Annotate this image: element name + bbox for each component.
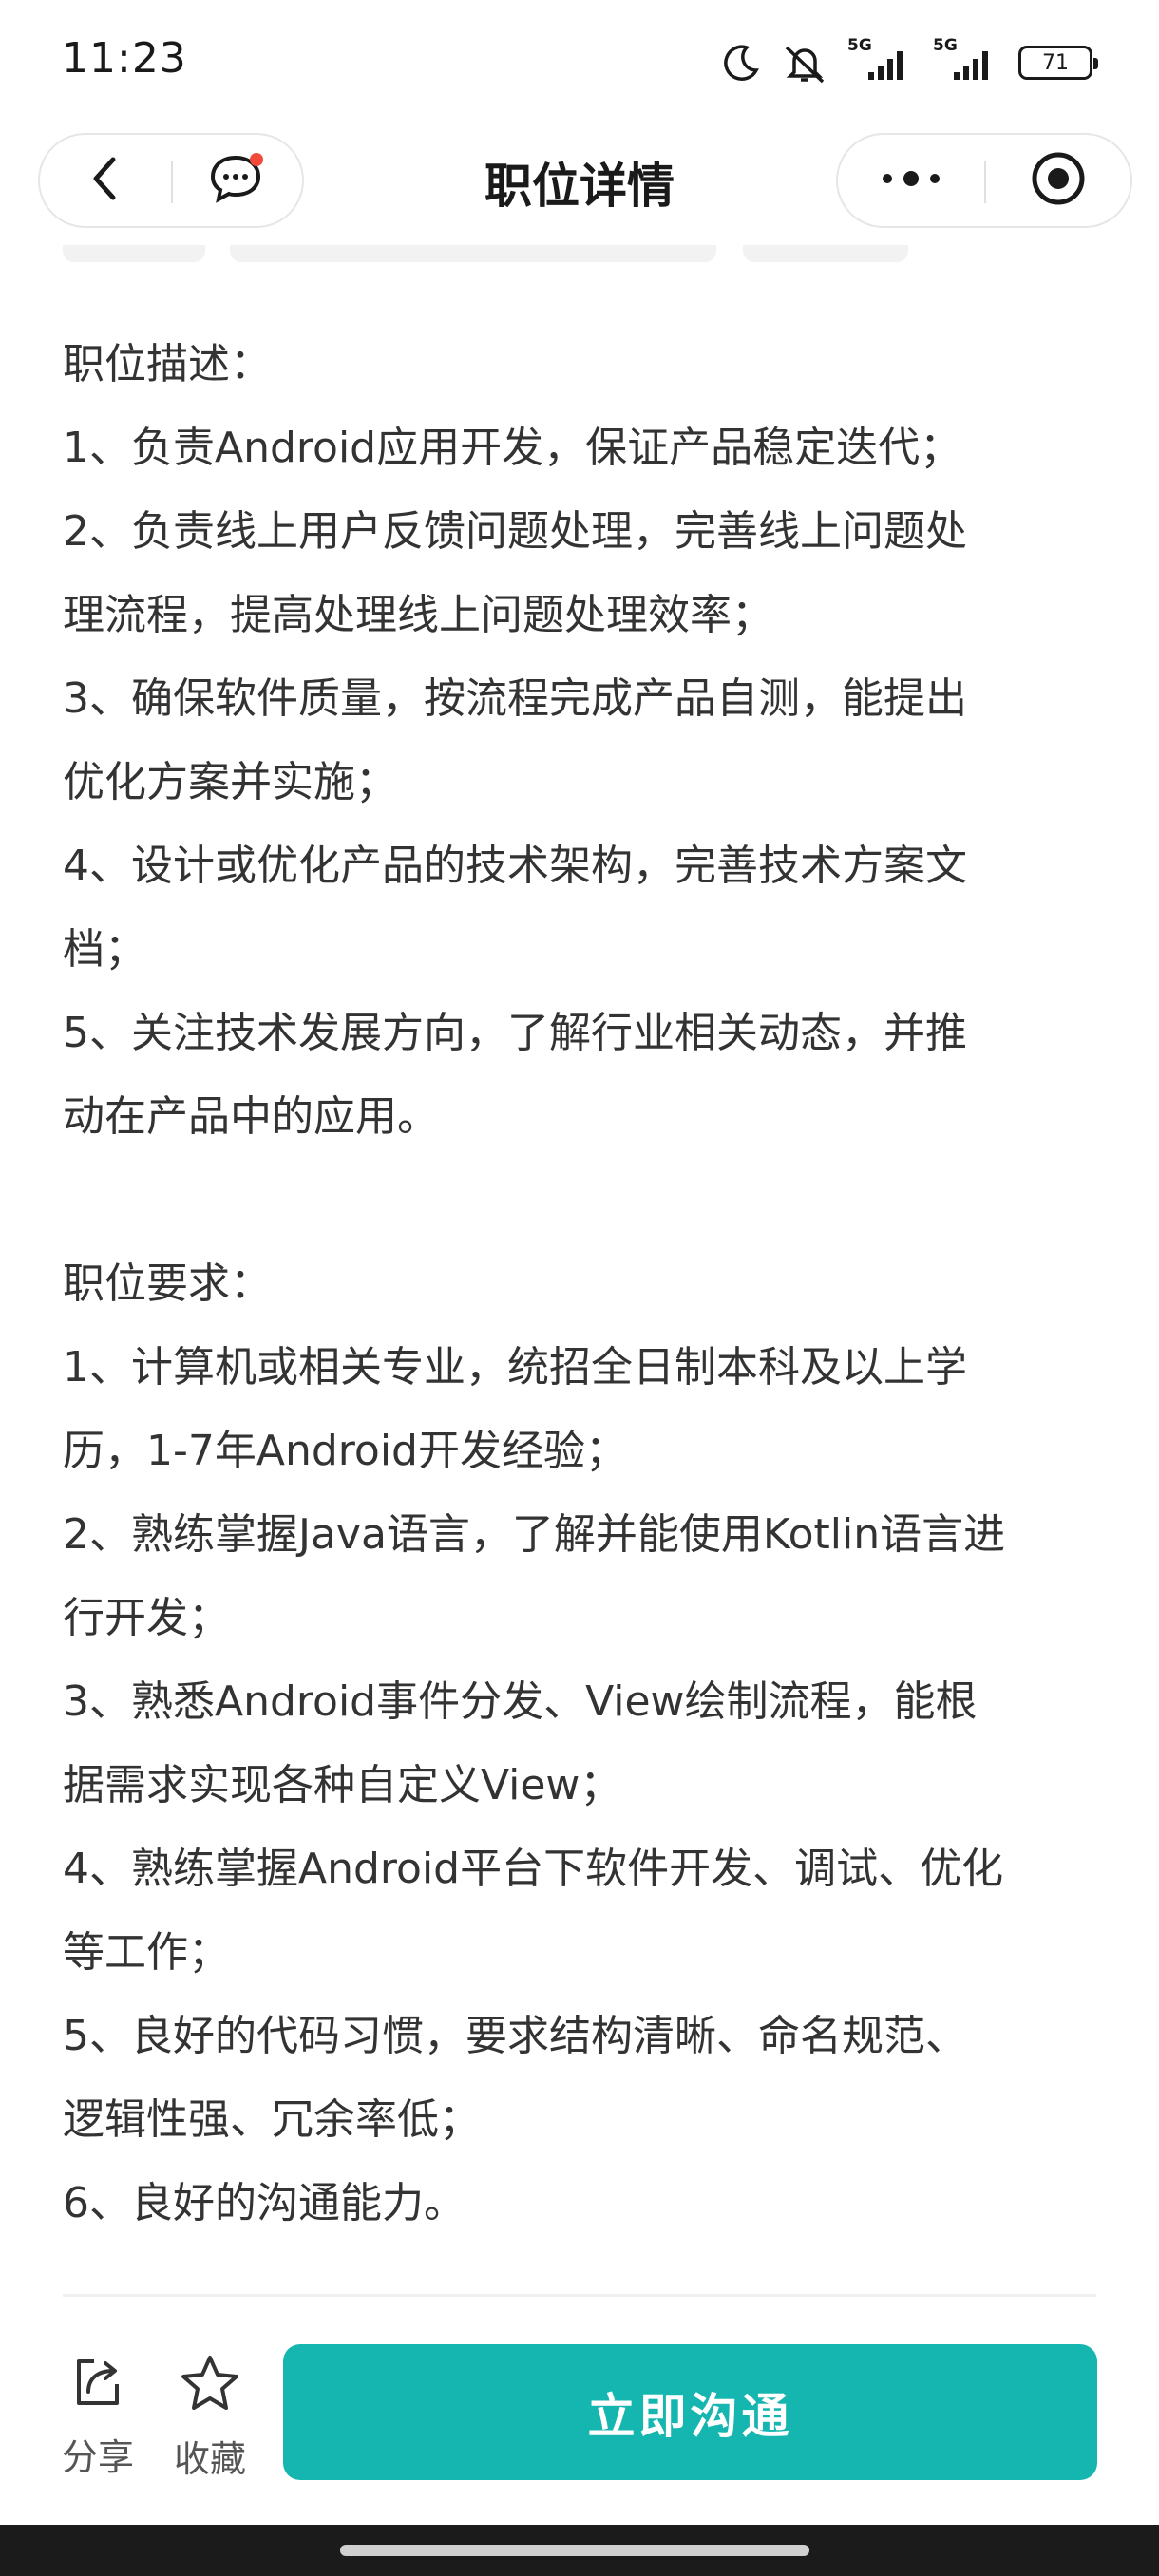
requirements-title: 职位要求： [63, 1260, 272, 1308]
description-line: 5、关注技术发展方向，了解行业相关动态，并推 [63, 1009, 967, 1057]
close-mini-program-button[interactable] [986, 135, 1130, 226]
description-line: 优化方案并实施； [63, 758, 397, 806]
requirement-line: 据需求实现各种自定义View； [63, 1761, 622, 1809]
signal-5g-icon: 5G [933, 36, 999, 84]
target-close-icon [1030, 150, 1087, 211]
requirement-line: 4、熟练掌握Android平台下软件开发、调试、优化 [63, 1845, 1004, 1893]
battery-level: 71 [1042, 50, 1069, 75]
mute-bell-icon [781, 42, 828, 84]
favorite-label: 收藏 [173, 2438, 246, 2480]
tag-placeholder [230, 245, 716, 262]
more-button[interactable] [838, 135, 984, 226]
moon-icon [720, 42, 762, 84]
requirement-line: 3、熟悉Android事件分发、View绘制流程，能根 [63, 1677, 978, 1726]
status-time: 11:23 [62, 34, 187, 83]
signal-5g-icon: 5G [847, 36, 914, 84]
tag-placeholder [63, 245, 205, 262]
share-button[interactable]: 分享 [46, 2354, 150, 2480]
requirement-line: 等工作； [63, 1928, 230, 1977]
tag-placeholder [743, 245, 908, 262]
network-label: 5G [933, 36, 958, 55]
favorite-button[interactable]: 收藏 [158, 2354, 262, 2482]
description-line: 4、设计或优化产品的技术架构，完善技术方案文 [63, 842, 967, 890]
status-bar: 11:23 5G 5G 71 [0, 0, 1159, 125]
more-dots-icon [878, 169, 944, 192]
description-line: 2、负责线上用户反馈问题处理，完善线上问题处 [63, 507, 967, 556]
requirement-line: 历，1-7年Android开发经验； [63, 1427, 627, 1475]
description-line: 理流程，提高处理线上问题处理效率； [63, 591, 773, 639]
requirement-line: 行开发； [63, 1594, 230, 1642]
description-line: 1、负责Android应用开发，保证产品稳定迭代； [63, 424, 962, 472]
bottom-action-bar: 分享 收藏 立即沟通 [0, 2297, 1159, 2525]
requirement-line: 6、良好的沟通能力。 [63, 2179, 466, 2227]
nav-capsule-right [836, 133, 1132, 228]
chat-now-button[interactable]: 立即沟通 [283, 2344, 1097, 2480]
home-indicator[interactable] [340, 2545, 809, 2556]
share-label: 分享 [61, 2436, 134, 2478]
requirement-line: 逻辑性强、冗余率低； [63, 2095, 481, 2144]
job-detail-content: 职位描述： 1、负责Android应用开发，保证产品稳定迭代； 2、负责线上用户… [63, 323, 1108, 2245]
system-nav-bar [0, 2525, 1159, 2576]
description-line: 动在产品中的应用。 [63, 1092, 439, 1141]
requirement-line: 2、熟练掌握Java语言，了解并能使用Kotlin语言进 [63, 1510, 1006, 1559]
share-icon [69, 2354, 126, 2415]
nav-header: 职位详情 [0, 125, 1159, 239]
network-label: 5G [847, 36, 872, 55]
star-icon [180, 2354, 240, 2416]
requirement-line: 1、计算机或相关专业，统招全日制本科及以上学 [63, 1343, 967, 1392]
description-line: 档； [63, 925, 146, 974]
status-icons: 5G 5G 71 [720, 36, 1098, 87]
description-line: 3、确保软件质量，按流程完成产品自测，能提出 [63, 674, 967, 723]
requirement-line: 5、良好的代码习惯，要求结构清晰、命名规范、 [63, 2012, 967, 2060]
battery-icon: 71 [1018, 46, 1098, 80]
description-title: 职位描述： [63, 340, 272, 388]
